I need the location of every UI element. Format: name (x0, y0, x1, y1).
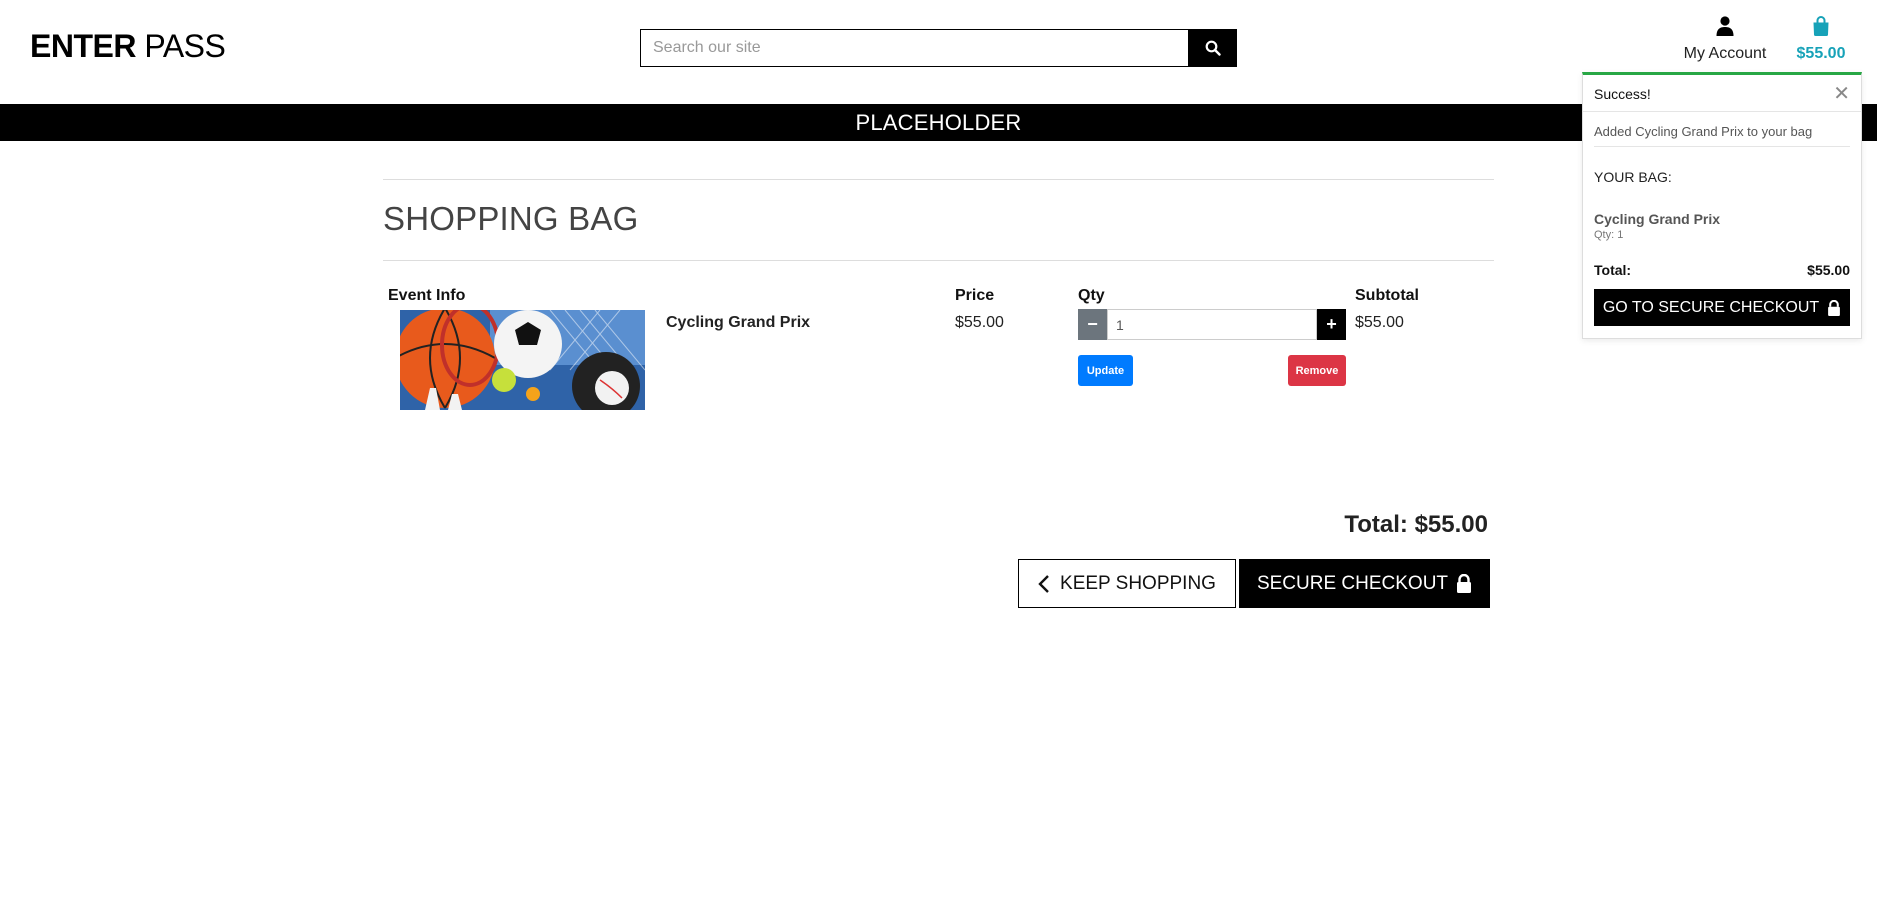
lock-icon (1457, 574, 1472, 593)
toast-header: Success! ✕ (1583, 75, 1861, 112)
search-input[interactable] (640, 29, 1188, 67)
toast-total-label: Total: (1594, 262, 1632, 278)
bag-total: Total: $55.00 (1344, 511, 1488, 538)
minus-icon: − (1087, 314, 1098, 334)
success-toast: Success! ✕ Added Cycling Grand Prix to y… (1582, 72, 1862, 339)
search-icon (1205, 40, 1221, 56)
lock-icon (1828, 299, 1841, 316)
shopping-bag-section: SHOPPING BAG Event Info Price Qty Subtot… (383, 179, 1494, 608)
increment-qty-button[interactable]: + (1317, 309, 1346, 340)
keep-shopping-button[interactable]: KEEP SHOPPING (1018, 559, 1236, 608)
toast-checkout-label: GO TO SECURE CHECKOUT (1602, 298, 1820, 316)
close-icon[interactable]: ✕ (1833, 81, 1850, 106)
keep-shopping-label: KEEP SHOPPING (1060, 572, 1216, 594)
toast-total-value: $55.00 (1807, 262, 1850, 278)
page-title: SHOPPING BAG (383, 200, 639, 237)
my-account-label: My Account (1683, 45, 1767, 62)
item-price: $55.00 (955, 314, 1004, 331)
remove-button[interactable]: Remove (1288, 355, 1346, 386)
bag-total-amount: $55.00 (1796, 45, 1846, 62)
item-subtotal: $55.00 (1355, 314, 1404, 331)
toast-message: Added Cycling Grand Prix to your bag (1594, 112, 1850, 147)
toast-item-name: Cycling Grand Prix (1594, 211, 1721, 227)
event-image (400, 310, 645, 410)
logo-bold-text: ENTER (30, 28, 136, 64)
toast-title: Success! (1594, 86, 1651, 102)
divider (383, 179, 1494, 180)
quantity-input[interactable] (1107, 309, 1317, 340)
toast-item-qty: Qty: 1 (1594, 229, 1624, 241)
secure-checkout-button[interactable]: SECURE CHECKOUT (1239, 559, 1490, 608)
decrement-qty-button[interactable]: − (1078, 309, 1107, 340)
shopping-bag-icon (1813, 16, 1829, 36)
toast-checkout-button[interactable]: GO TO SECURE CHECKOUT (1594, 289, 1850, 326)
quantity-stepper: − + (1078, 309, 1346, 340)
my-account-link[interactable]: My Account (1665, 16, 1785, 63)
toast-total: Total: $55.00 (1594, 262, 1850, 278)
bag-item-row: Cycling Grand Prix $55.00 − + Update Rem… (383, 303, 1494, 433)
site-logo[interactable]: ENTER PASS (30, 28, 226, 65)
search-form (640, 29, 1237, 67)
shopping-bag-link[interactable]: $55.00 (1790, 16, 1852, 63)
update-button[interactable]: Update (1078, 355, 1133, 386)
item-name: Cycling Grand Prix (666, 314, 811, 331)
search-button[interactable] (1188, 29, 1237, 67)
user-icon (1716, 16, 1734, 36)
secure-checkout-label: SECURE CHECKOUT (1256, 572, 1449, 594)
chevron-left-icon (1038, 574, 1049, 593)
toast-bag-label: YOUR BAG: (1594, 169, 1672, 185)
plus-icon: + (1326, 314, 1337, 334)
logo-light-text: PASS (144, 28, 226, 64)
bag-table-header: Event Info Price Qty Subtotal (383, 261, 1494, 304)
